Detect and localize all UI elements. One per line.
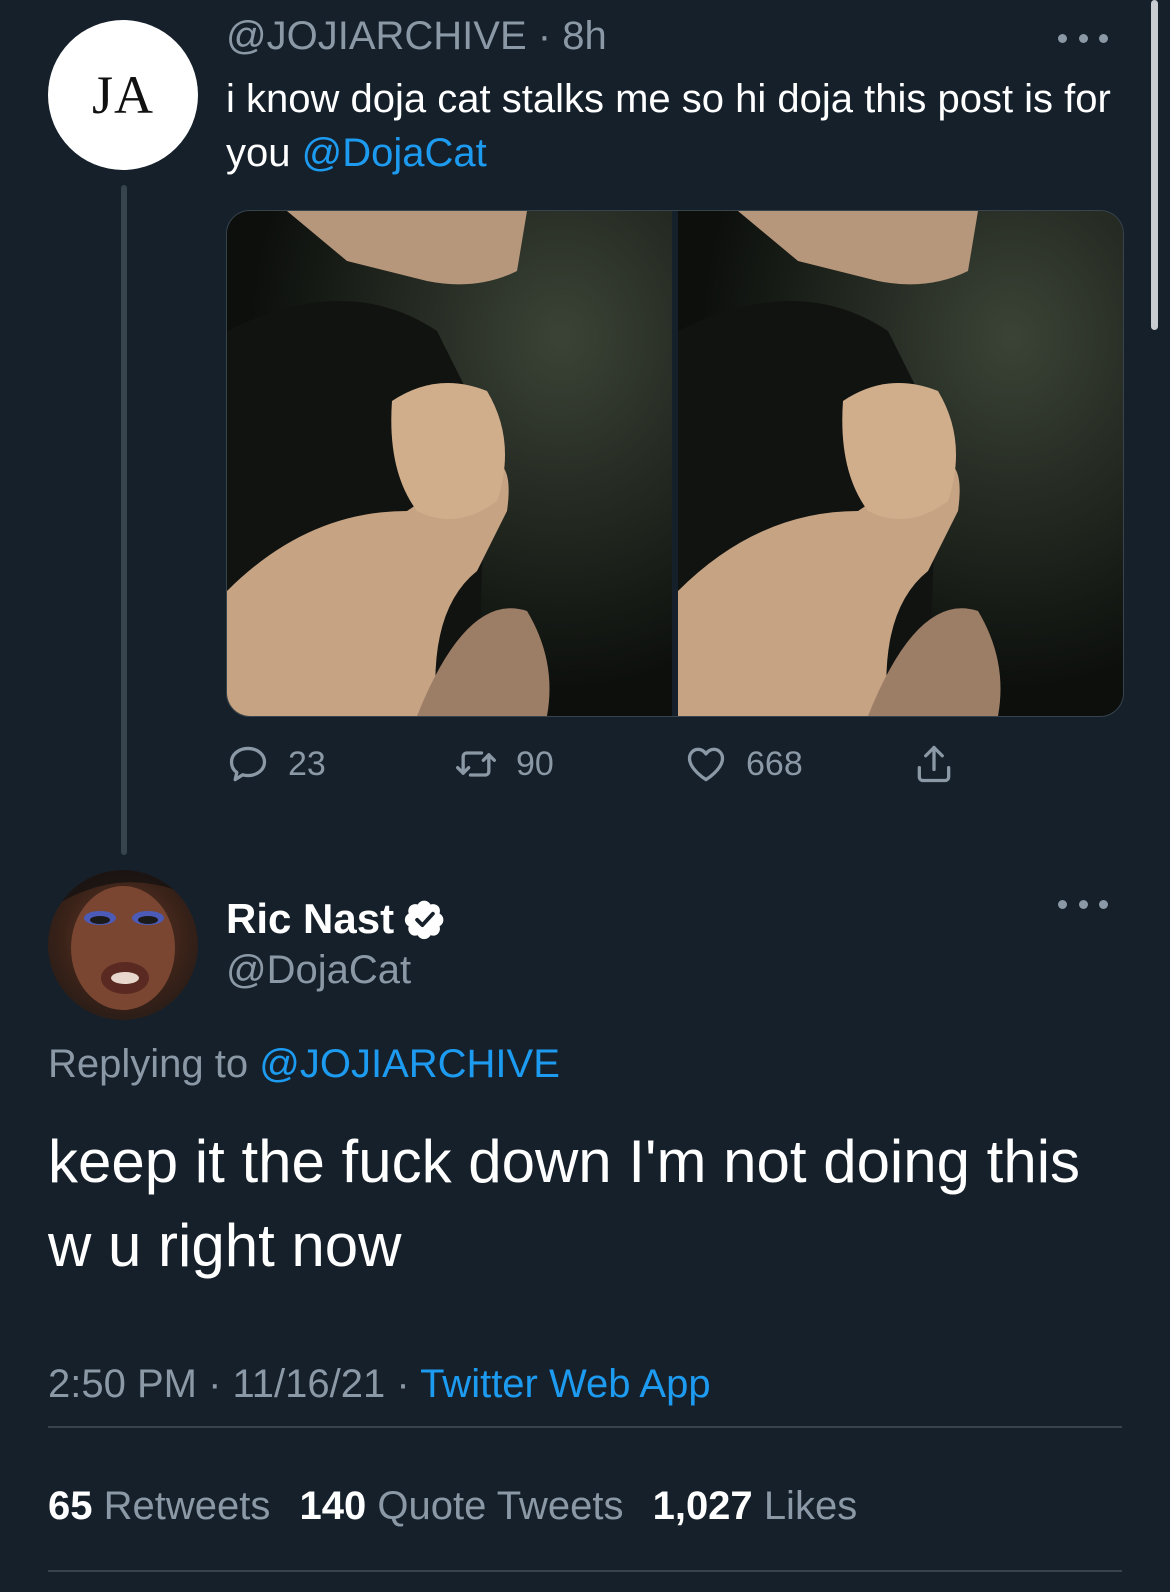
media-grid: [226, 210, 1124, 717]
author-handle[interactable]: @JOJIARCHIVE: [226, 14, 527, 58]
scrollbar[interactable]: [1151, 0, 1158, 330]
retweet-button[interactable]: 90: [454, 742, 554, 786]
likes-stat[interactable]: 1,027 Likes: [653, 1484, 858, 1528]
avatar[interactable]: JA: [48, 20, 198, 170]
retweets-stat[interactable]: 65 Retweets: [48, 1484, 270, 1528]
meta-separator: ·: [196, 1362, 233, 1406]
more-icon[interactable]: [1058, 898, 1108, 910]
retweet-count: 90: [516, 744, 554, 783]
replying-to: Replying to @JOJIARCHIVE: [48, 1042, 560, 1087]
meta-separator: ·: [385, 1362, 421, 1406]
share-button[interactable]: [912, 742, 956, 786]
divider: [48, 1426, 1122, 1428]
likes-label: Likes: [763, 1484, 858, 1528]
quotes-stat[interactable]: 140 Quote Tweets: [300, 1484, 624, 1528]
tweet-actions: 23 90 668: [226, 742, 1026, 792]
source-app-link[interactable]: Twitter Web App: [420, 1362, 711, 1406]
quotes-label: Quote Tweets: [377, 1484, 624, 1528]
author-handle[interactable]: @DojaCat: [226, 948, 411, 993]
retweets-count: 65: [48, 1484, 93, 1528]
retweet-icon: [456, 751, 496, 777]
thread-line: [121, 185, 127, 855]
replying-label: Replying to: [48, 1042, 260, 1086]
likes-count: 1,027: [652, 1484, 753, 1528]
tweet-time[interactable]: 2:50 PM: [48, 1362, 197, 1406]
avatar-initials: JA: [91, 65, 154, 125]
like-button[interactable]: 668: [684, 742, 803, 786]
reply-icon: [229, 746, 267, 782]
like-icon: [687, 747, 725, 782]
share-icon: [917, 745, 951, 783]
reply-button[interactable]: 23: [226, 742, 326, 786]
tweet-meta: 2:50 PM · 11/16/21 · Twitter Web App: [48, 1362, 711, 1407]
reply-count: 23: [288, 744, 326, 783]
more-icon[interactable]: [1058, 32, 1108, 44]
avatar[interactable]: [48, 870, 198, 1020]
display-name-text: Ric Nast: [226, 895, 395, 942]
header-separator: ·: [537, 14, 552, 58]
tweet-date[interactable]: 11/16/21: [233, 1362, 386, 1406]
verified-badge-icon: [404, 900, 444, 940]
tweet-photo[interactable]: [678, 211, 1123, 716]
replying-handle-link[interactable]: @JOJIARCHIVE: [259, 1042, 560, 1086]
tweet-photo[interactable]: [227, 211, 672, 716]
tweet-text: keep it the fuck down I'm not doing this…: [48, 1128, 1081, 1279]
engagement-stats: 65 Retweets 140 Quote Tweets 1,027 Likes: [48, 1484, 875, 1529]
tweet-header: @JOJIARCHIVE · 8h: [226, 14, 607, 59]
like-count: 668: [746, 744, 803, 783]
tweet-time[interactable]: 8h: [562, 14, 607, 58]
mention-link[interactable]: @DojaCat: [302, 131, 487, 175]
divider: [48, 1570, 1122, 1572]
display-name[interactable]: Ric Nast: [226, 895, 446, 943]
tweet-text: i know doja cat stalks me so hi doja thi…: [226, 72, 1126, 180]
retweets-label: Retweets: [103, 1484, 271, 1528]
quotes-count: 140: [299, 1484, 367, 1528]
